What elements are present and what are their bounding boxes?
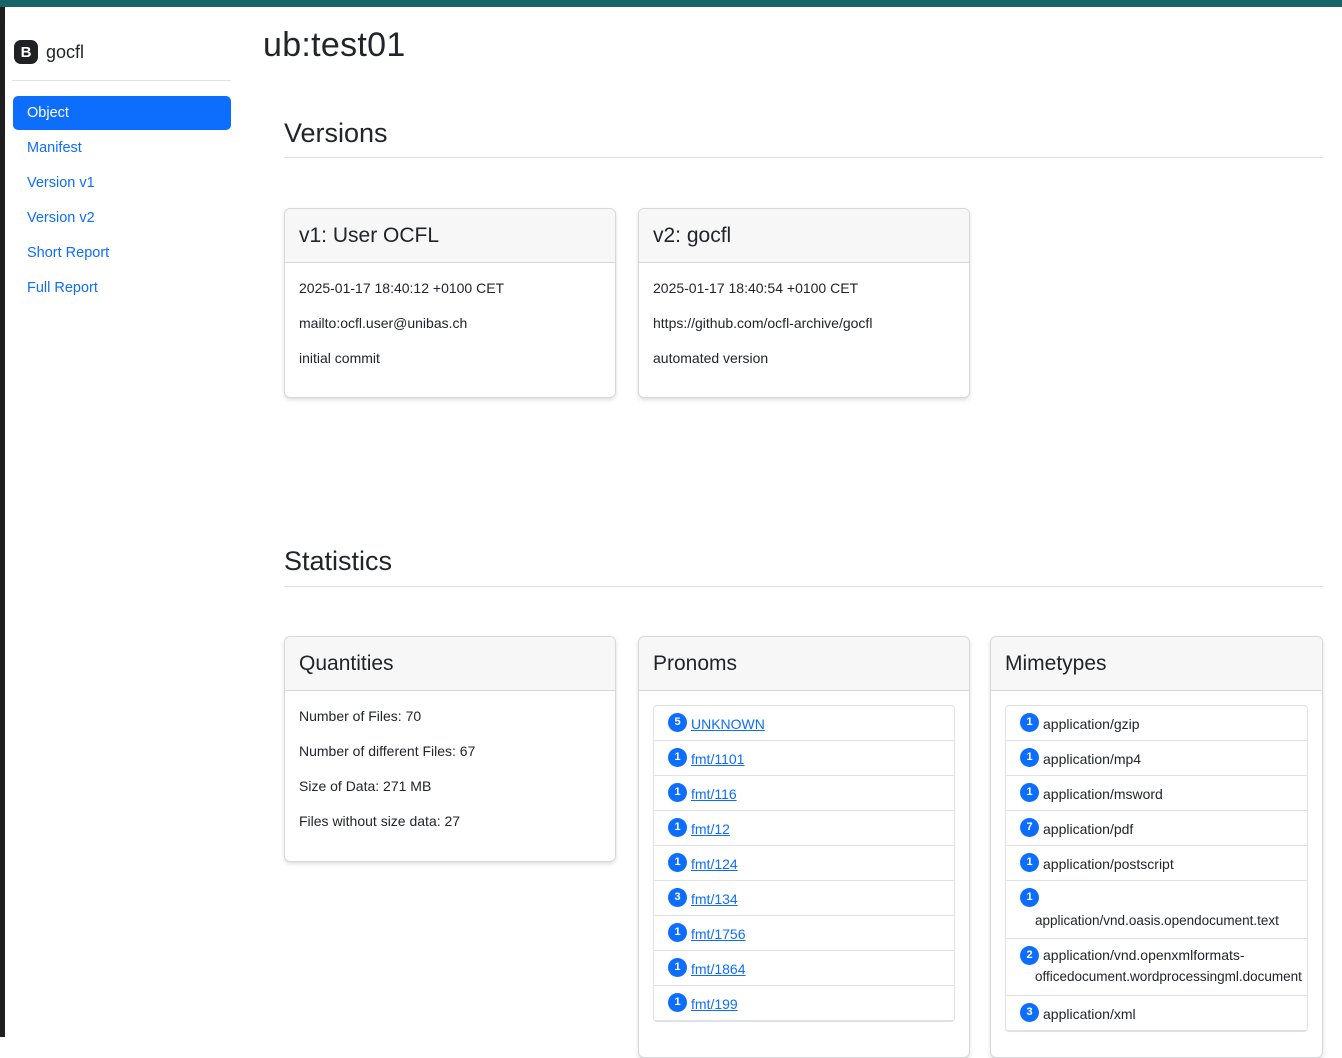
mimetype-label: application/mp4 (1043, 751, 1142, 767)
brand[interactable]: B gocfl (14, 40, 84, 64)
version-card-title: v2: gocfl (639, 209, 969, 263)
pronom-link[interactable]: fmt/134 (691, 891, 738, 907)
list-item: 3 application/xml (1006, 996, 1307, 1031)
version-card-title: v1: User OCFL (285, 209, 615, 263)
window-left-edge (0, 7, 5, 1037)
pronom-link[interactable]: fmt/1864 (691, 961, 745, 977)
list-item: 3 fmt/134 (654, 881, 954, 916)
list-item: 2 application/vnd.openxmlformats-officedo… (1006, 939, 1307, 996)
version-user: mailto:ocfl.user@unibas.ch (299, 315, 468, 331)
bootstrap-logo-icon: B (14, 40, 38, 64)
pronoms-title: Pronoms (639, 637, 969, 691)
version-card-v1: v1: User OCFL 2025-01-17 18:40:12 +0100 … (284, 208, 616, 398)
count-badge: 3 (1020, 1003, 1039, 1022)
window-top-bar (0, 0, 1342, 7)
sidebar-item-version-v1[interactable]: Version v1 (13, 166, 231, 200)
versions-divider (284, 157, 1323, 158)
list-item: 1 fmt/124 (654, 846, 954, 881)
version-message: initial commit (299, 350, 380, 366)
quantity-line: Number of different Files: 67 (299, 743, 476, 759)
count-badge: 1 (1020, 713, 1039, 732)
count-badge: 1 (668, 958, 687, 977)
mimetype-label: application/vnd.openxmlformats- (1043, 947, 1245, 963)
list-item: 1 fmt/1101 (654, 741, 954, 776)
pronom-link[interactable]: fmt/116 (691, 786, 737, 802)
quantity-line: Size of Data: 271 MB (299, 778, 432, 794)
count-badge: 5 (668, 713, 687, 732)
mimetypes-title: Mimetypes (991, 637, 1322, 691)
pronom-link[interactable]: fmt/124 (691, 856, 738, 872)
mimetype-label: application/xml (1043, 1006, 1136, 1022)
pronoms-card: Pronoms 5 UNKNOWN 1 fmt/1101 1 fmt/116 1 fmt… (638, 636, 970, 1058)
mimetypes-list: 1 application/gzip 1 application/mp4 1 appl… (1005, 705, 1308, 1032)
page-title: ub:test01 (263, 26, 406, 64)
sidebar-item-object[interactable]: Object (13, 96, 231, 130)
quantity-line: Files without size data: 27 (299, 813, 461, 829)
mimetype-label: application/vnd.oasis.opendocument.text (1035, 913, 1279, 928)
count-badge: 1 (668, 783, 687, 802)
sidebar-item-manifest[interactable]: Manifest (13, 131, 231, 165)
count-badge: 1 (668, 818, 687, 837)
version-card-v2: v2: gocfl 2025-01-17 18:40:54 +0100 CET … (638, 208, 970, 398)
sidebar-item-version-v2[interactable]: Version v2 (13, 201, 231, 235)
count-badge: 1 (1020, 748, 1039, 767)
quantity-line: Number of Files: 70 (299, 708, 422, 724)
list-item: 1 fmt/1756 (654, 916, 954, 951)
count-badge: 1 (668, 853, 687, 872)
count-badge: 1 (668, 923, 687, 942)
pronom-link[interactable]: fmt/1756 (691, 926, 745, 942)
sidebar-item-full-report[interactable]: Full Report (13, 271, 231, 305)
count-badge: 1 (668, 748, 687, 767)
statistics-divider (284, 586, 1323, 587)
list-item: 7 application/pdf (1006, 811, 1307, 846)
list-item: 1 fmt/1864 (654, 951, 954, 986)
version-user: https://github.com/ocfl-archive/gocfl (653, 315, 873, 331)
count-badge: 2 (1020, 946, 1039, 965)
sidebar-divider (12, 80, 231, 81)
pronom-link[interactable]: fmt/1101 (691, 751, 744, 767)
list-item: 1 application/mp4 (1006, 741, 1307, 776)
quantities-card: Quantities Number of Files: 70 Number of… (284, 636, 616, 862)
count-badge: 1 (1020, 853, 1039, 872)
list-item: 1 fmt/12 (654, 811, 954, 846)
pronom-link[interactable]: fmt/199 (691, 996, 738, 1012)
list-item: 1 fmt/199 (654, 986, 954, 1021)
mimetype-label: application/gzip (1043, 716, 1140, 732)
list-item: 1 application/gzip (1006, 706, 1307, 741)
count-badge: 3 (668, 888, 687, 907)
versions-heading: Versions (284, 118, 388, 148)
pronom-link[interactable]: UNKNOWN (691, 716, 765, 732)
version-date: 2025-01-17 18:40:12 +0100 CET (299, 280, 505, 296)
list-item: 1 application/vnd.oasis.opendocument.text (1006, 881, 1307, 939)
mimetype-label: application/msword (1043, 786, 1163, 802)
pronom-link[interactable]: fmt/12 (691, 821, 730, 837)
count-badge: 1 (1020, 783, 1039, 802)
list-item: 1 fmt/116 (654, 776, 954, 811)
mimetype-label: application/pdf (1043, 821, 1134, 837)
pronoms-list: 5 UNKNOWN 1 fmt/1101 1 fmt/116 1 fmt/12 1 fmt… (653, 705, 955, 1022)
statistics-heading: Statistics (284, 546, 393, 576)
version-message: automated version (653, 350, 769, 366)
sidebar-item-short-report[interactable]: Short Report (13, 236, 231, 270)
version-date: 2025-01-17 18:40:54 +0100 CET (653, 280, 859, 296)
count-badge: 1 (668, 993, 687, 1012)
brand-name: gocfl (46, 41, 85, 62)
list-item: 5 UNKNOWN (654, 706, 954, 741)
mimetypes-card: Mimetypes 1 application/gzip 1 application… (990, 636, 1323, 1058)
sidebar-nav: Object Manifest Version v1 Version v2 Sh… (13, 96, 231, 306)
mimetype-label-continued: officedocument.wordprocessingml.document (1035, 969, 1302, 984)
list-item: 1 application/msword (1006, 776, 1307, 811)
quantities-title: Quantities (285, 637, 615, 691)
mimetype-label: application/postscript (1043, 856, 1174, 872)
count-badge: 1 (1020, 888, 1039, 907)
list-item: 1 application/postscript (1006, 846, 1307, 881)
count-badge: 7 (1020, 818, 1039, 837)
